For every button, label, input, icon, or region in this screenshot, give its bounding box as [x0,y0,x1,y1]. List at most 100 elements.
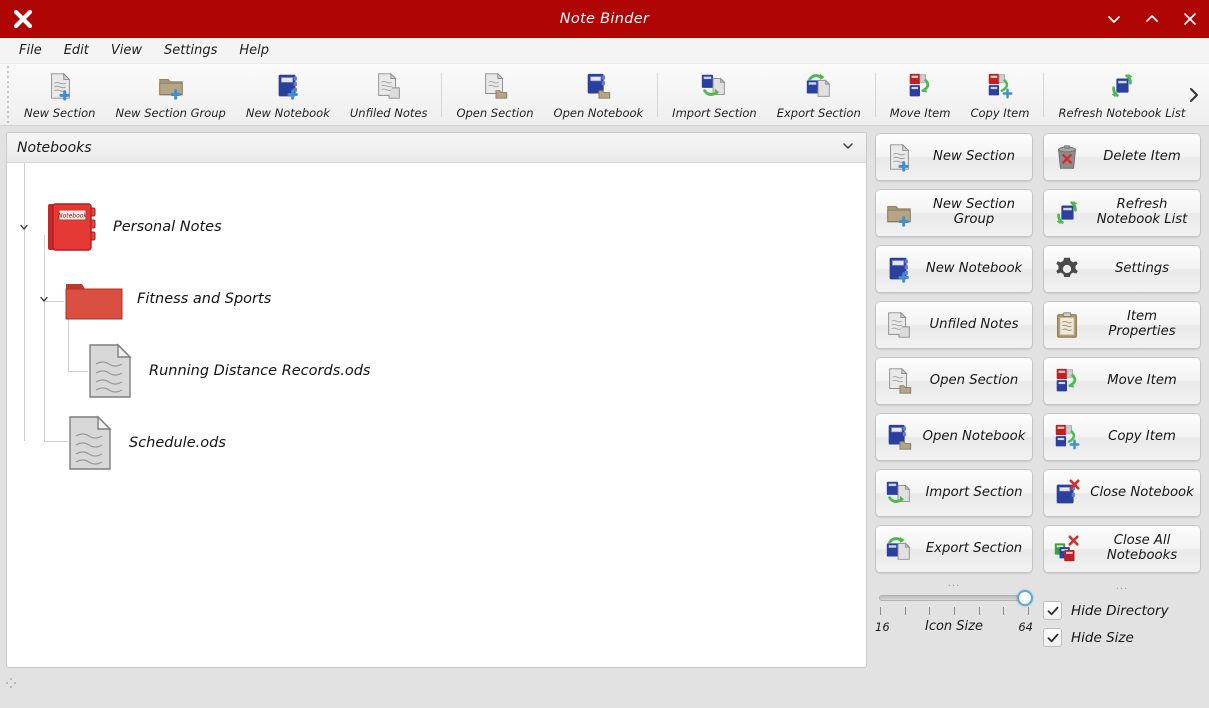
command-label: Close Notebook [1090,484,1194,500]
toolbar-label: Unfiled Notes [349,105,428,120]
delete-item-button[interactable]: Delete Item [1043,133,1201,181]
tree-leaf-spacer [41,436,55,450]
export-section-icon [804,70,834,102]
notebooks-tree[interactable]: Notebook Personal Notes Fitness and Spor… [7,163,866,667]
document-icon [87,342,137,400]
new-section-group-icon [156,70,186,102]
command-label: New Notebook [925,260,1023,276]
unfiled-notes-icon [374,70,404,102]
chevron-down-icon[interactable] [840,138,856,158]
toolbar-open-section[interactable]: Open Section [446,64,543,126]
new-notebook-button[interactable]: New Notebook [875,245,1033,293]
toolbar-unfiled-notes[interactable]: Unfiled Notes [340,64,438,126]
close-all-notebooks-button[interactable]: Close All Notebooks [1043,525,1201,573]
export-section-button[interactable]: Export Section [875,525,1033,573]
maximize-button[interactable] [1141,8,1163,30]
toolbar-label: Refresh Notebook List [1058,105,1186,120]
command-label: Move Item [1107,372,1177,388]
toolbar-export-section[interactable]: Export Section [767,64,871,126]
slider-track [879,595,1029,601]
import-section-icon [882,476,916,510]
toolbar-separator [1043,72,1045,117]
export-section-icon [882,532,916,566]
toolbar-import-section[interactable]: Import Section [662,64,767,126]
panel-bottom-controls: ... 16 Icon Size 64 ... Hide Directory H… [875,579,1201,647]
settings-button[interactable]: Settings [1043,245,1201,293]
new-notebook-icon [882,252,916,286]
chevron-down-icon[interactable] [37,292,51,306]
resize-grip-icon[interactable] [6,678,16,688]
command-label: New Section Group [933,197,1015,227]
options-overflow-dots: ... [1115,581,1129,592]
toolbar-move-item[interactable]: Move Item [880,64,961,126]
unfiled-notes-button[interactable]: Unfiled Notes [875,301,1033,349]
toolbar-refresh-notebook-list[interactable]: Refresh Notebook List [1048,64,1195,126]
menu-item-settings[interactable]: Settings [153,41,228,60]
new-section-icon [882,140,916,174]
app-close-x-icon[interactable] [4,0,42,38]
toolbar-new-section-group[interactable]: New Section Group [105,64,235,126]
open-notebook-icon [882,420,916,454]
hide-size-checkbox[interactable] [1043,628,1062,647]
new-section-group-button[interactable]: New Section Group [875,189,1033,237]
toolbar-group-refresh: Refresh Notebook List [1048,64,1195,126]
hide-directory-checkbox-row[interactable]: Hide Directory [1043,601,1201,620]
command-label: Delete Item [1103,148,1181,164]
toolbar-group-create: New Section New Section Group New Notebo… [14,64,437,126]
toolbar: New Section New Section Group New Notebo… [0,64,1209,126]
menu-item-edit[interactable]: Edit [53,41,100,60]
notebooks-header[interactable]: Notebooks [7,133,866,163]
minimize-button[interactable] [1103,8,1125,30]
options-block: ... Hide Directory Hide Size [1043,579,1201,647]
tree-node-label: Personal Notes [113,219,222,235]
menu-item-file[interactable]: File [8,41,53,60]
new-section-button[interactable]: New Section [875,133,1033,181]
menu-item-view[interactable]: View [100,41,153,60]
status-bar [0,668,1209,708]
toolbar-label: New Section Group [115,105,226,120]
toolbar-new-section[interactable]: New Section [14,64,105,126]
notebooks-header-label: Notebooks [17,139,92,156]
menu-item-help[interactable]: Help [228,41,280,60]
hide-size-checkbox-row[interactable]: Hide Size [1043,628,1201,647]
toolbar-label: Open Notebook [553,105,644,120]
item-properties-button[interactable]: Item Properties [1043,301,1201,349]
toolbar-overflow-chevron-right-icon[interactable] [1183,64,1205,126]
toolbar-new-notebook[interactable]: New Notebook [236,64,340,126]
close-button[interactable] [1179,8,1201,30]
command-label: Close All Notebooks [1106,533,1178,563]
command-label: Open Notebook [922,428,1026,444]
slider-handle[interactable] [1017,590,1033,606]
open-section-icon [480,70,510,102]
title-bar: Note Binder [0,0,1209,38]
move-item-button[interactable]: Move Item [1043,357,1201,405]
icon-size-slider[interactable] [875,590,1033,606]
command-label: Copy Item [1108,428,1176,444]
toolbar-group-transfer: Import Section Export Section [662,64,871,126]
toolbar-open-notebook[interactable]: Open Notebook [544,64,654,126]
command-label: Unfiled Notes [929,316,1019,332]
open-section-button[interactable]: Open Section [875,357,1033,405]
toolbar-label: Export Section [776,105,861,120]
refresh-notebook-list-icon [1050,196,1084,230]
hide-directory-label: Hide Directory [1071,602,1169,619]
icon-size-min: 16 [875,619,890,634]
toolbar-label: Copy Item [970,105,1030,120]
toolbar-drag-handle[interactable] [2,66,14,123]
hide-directory-checkbox[interactable] [1043,601,1062,620]
new-section-icon [45,70,75,102]
svg-text:Notebook: Notebook [58,213,87,220]
close-notebook-button[interactable]: Close Notebook [1043,469,1201,517]
command-label: Item Properties [1108,309,1176,339]
toolbar-group-open: Open Section Open Notebook [446,64,653,126]
import-section-button[interactable]: Import Section [875,469,1033,517]
slider-tick-marks [880,607,1029,617]
new-section-group-icon [882,196,916,230]
refresh-notebook-list-button[interactable]: Refresh Notebook List [1043,189,1201,237]
copy-item-button[interactable]: Copy Item [1043,413,1201,461]
toolbar-copy-item[interactable]: Copy Item [960,64,1039,126]
close-notebook-icon [1050,476,1084,510]
icon-size-label: Icon Size [925,619,983,634]
chevron-down-icon[interactable] [17,220,31,234]
open-notebook-button[interactable]: Open Notebook [875,413,1033,461]
